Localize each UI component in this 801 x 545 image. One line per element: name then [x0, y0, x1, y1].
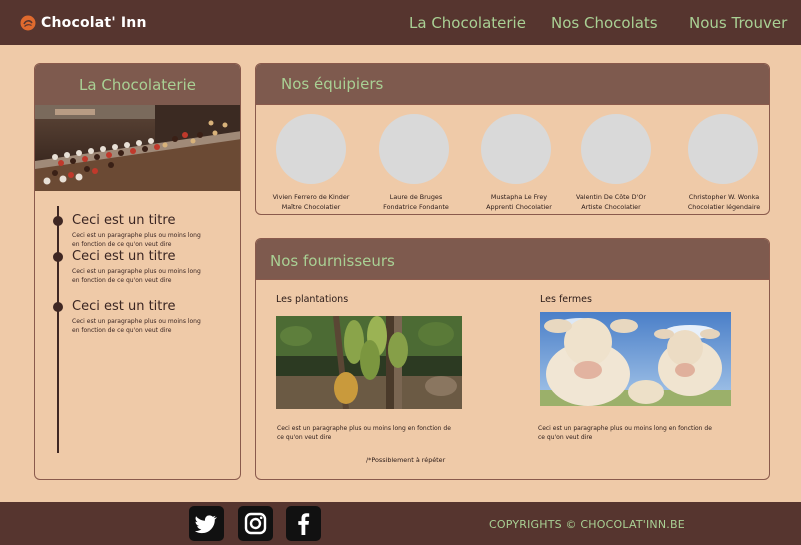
team-member-caption: Vivien Ferrero de Kinder Maître Chocolat…: [256, 192, 366, 212]
team-member-avatar[interactable]: [481, 114, 551, 184]
timeline-item-title: Ceci est un titre: [72, 213, 176, 228]
footer: COPYRIGHTS © CHOCOLAT'INN.BE: [0, 502, 801, 545]
facebook-icon: [298, 513, 310, 535]
repeat-note: /*Possiblement à répéter: [366, 456, 446, 464]
supplier-text: Ceci est un paragraphe plus ou moins lon…: [538, 425, 712, 441]
chocolate-drop-icon: [20, 15, 36, 31]
instagram-icon: [244, 512, 267, 535]
twitter-link[interactable]: [189, 506, 224, 541]
twitter-icon: [194, 515, 217, 534]
team-member-avatar[interactable]: [379, 114, 449, 184]
cows-photo: [540, 312, 731, 406]
team-member-caption: Laure de Bruges Fondatrice Fondante: [361, 192, 471, 212]
team-member-name: Christopher W. Wonka: [688, 193, 760, 201]
nav-link-chocolats[interactable]: Nos Chocolats: [551, 14, 658, 32]
timeline-dot: [53, 216, 63, 226]
suppliers-card-title: Nos fournisseurs: [270, 252, 395, 270]
timeline-item-text: Ceci est un paragraphe plus ou moins lon…: [72, 318, 201, 334]
timeline-item-title: Ceci est un titre: [72, 249, 176, 264]
suppliers-card-header: Nos fournisseurs: [256, 239, 769, 280]
copyright-text: COPYRIGHTS © CHOCOLAT'INN.BE: [489, 518, 685, 531]
team-member-name: Vivien Ferrero de Kinder: [272, 193, 350, 201]
top-nav-bar: Chocolat' Inn La Chocolaterie Nos Chocol…: [0, 0, 801, 45]
team-card: Nos équipiers Vivien Ferrero de Kinder M…: [255, 63, 770, 215]
team-member-role: Chocolatier légendaire: [687, 203, 761, 211]
nav-link-trouver[interactable]: Nous Trouver: [689, 14, 787, 32]
nav-link-chocolaterie[interactable]: La Chocolaterie: [409, 14, 526, 32]
team-member-avatar[interactable]: [688, 114, 758, 184]
team-member-role: Fondatrice Fondante: [383, 203, 449, 211]
chocolate-display-photo: [35, 105, 240, 191]
team-card-header: Nos équipiers: [256, 64, 769, 105]
team-member-avatar[interactable]: [276, 114, 346, 184]
team-member-avatar[interactable]: [581, 114, 651, 184]
cacao-pods-photo: [276, 316, 462, 409]
chocolaterie-card: La Chocolaterie Ceci est un titre Ceci e…: [34, 63, 241, 480]
team-member-role: Maître Chocolatier: [281, 203, 341, 211]
team-member-name: Laure de Bruges: [389, 193, 443, 201]
suppliers-card: Nos fournisseurs Les plantations Ceci es…: [255, 238, 770, 480]
timeline-line: [57, 206, 59, 453]
chocolaterie-card-title: La Chocolaterie: [79, 75, 196, 94]
team-card-title: Nos équipiers: [281, 75, 384, 93]
timeline-item-text: Ceci est un paragraphe plus ou moins lon…: [72, 232, 201, 248]
supplier-title: Les plantations: [276, 294, 349, 305]
timeline-item-text: Ceci est un paragraphe plus ou moins lon…: [72, 268, 201, 284]
chocolaterie-card-header: La Chocolaterie: [35, 64, 240, 105]
timeline-dot: [53, 252, 63, 262]
timeline-dot: [53, 302, 63, 312]
instagram-link[interactable]: [238, 506, 273, 541]
timeline-item-title: Ceci est un titre: [72, 299, 176, 314]
facebook-link[interactable]: [286, 506, 321, 541]
team-member-name: Valentin De Côte D'Or: [576, 193, 646, 201]
team-member-role: Artiste Chocolatier: [581, 203, 641, 211]
supplier-title: Les fermes: [540, 294, 592, 305]
team-member-caption: Valentin De Côte D'Or Artiste Chocolatie…: [556, 192, 666, 212]
team-member-caption: Christopher W. Wonka Chocolatier légenda…: [669, 192, 769, 212]
supplier-text: Ceci est un paragraphe plus ou moins lon…: [277, 425, 451, 441]
brand-name: Chocolat' Inn: [41, 15, 147, 31]
brand-logo[interactable]: Chocolat' Inn: [20, 13, 147, 33]
